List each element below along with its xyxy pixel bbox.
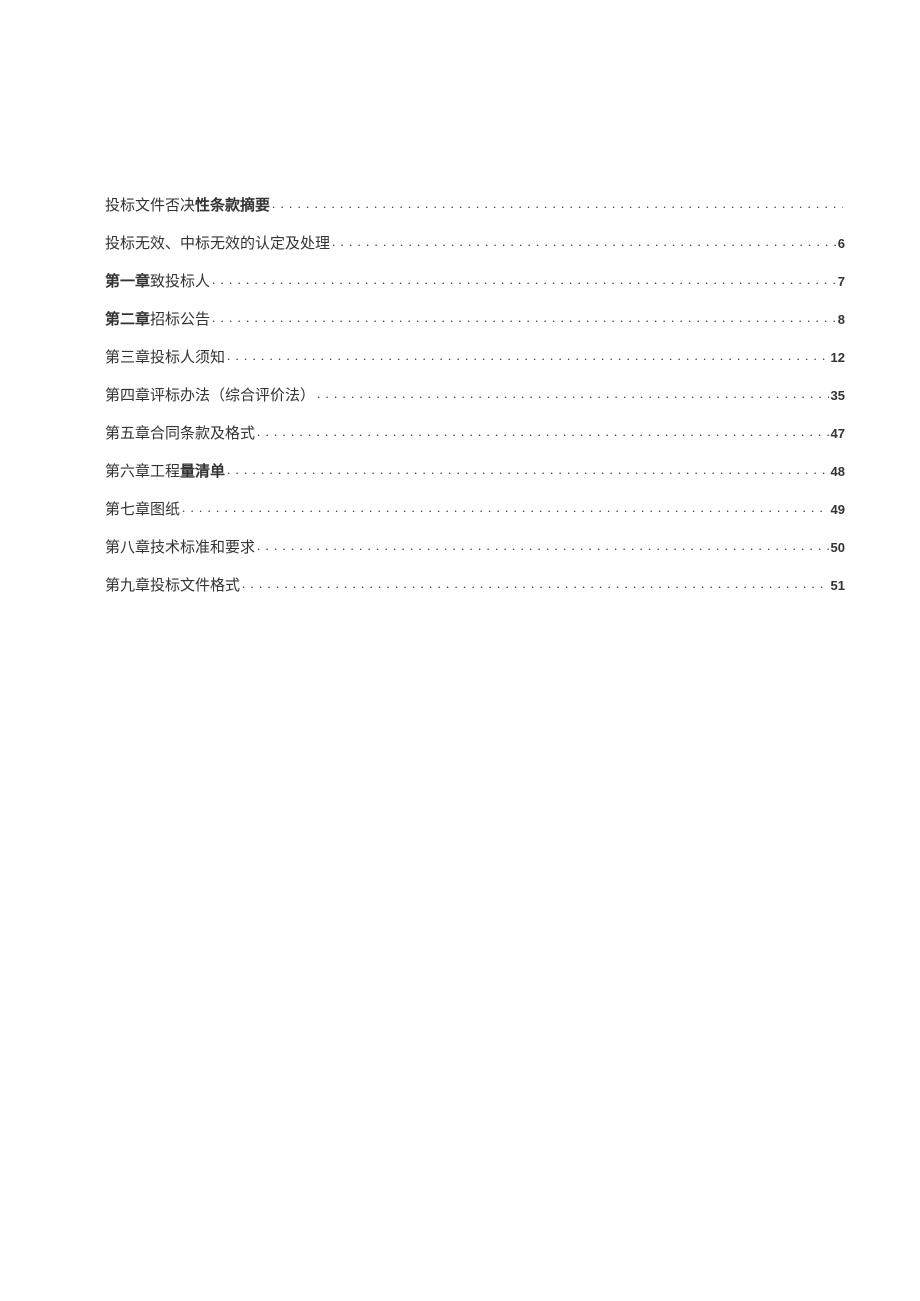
toc-entry-page: 7 [838,273,845,291]
toc-entry-page: 51 [831,577,845,595]
toc-entry-title: 第七章图纸 [105,500,180,521]
toc-leader-dots [272,195,843,210]
toc-entry: 第一章致投标人 7 [105,271,845,293]
toc-entry-title: 第八章技术标准和要求 [105,538,255,559]
toc-leader-dots [227,347,829,362]
toc-entry-page: 48 [831,463,845,481]
toc-entry-title: 第九章投标文件格式 [105,576,240,597]
toc-entry: 投标无效、中标无效的认定及处理 6 [105,233,845,255]
toc-entry-page: 6 [838,235,845,253]
toc-leader-dots [182,499,829,514]
toc-entry: 第四章评标办法（综合评价法） 35 [105,385,845,407]
toc-leader-dots [257,423,829,438]
toc-entry-page: 50 [831,539,845,557]
toc-entry: 第三章投标人须知 12 [105,347,845,369]
toc-leader-dots [212,271,836,286]
toc-entry: 第六章工程量清单 48 [105,461,845,483]
toc-entry-page: 49 [831,501,845,519]
toc-entry-title: 第五章合同条款及格式 [105,424,255,445]
toc-entry-page: 12 [831,349,845,367]
toc-entry-title: 投标文件否决性条款摘要 [105,195,270,217]
toc-entry-page: 8 [838,311,845,329]
toc-entry: 第九章投标文件格式 51 [105,575,845,597]
toc-entry-title: 第四章评标办法（综合评价法） [105,386,315,407]
toc-entry: 投标文件否决性条款摘要 [105,195,845,217]
toc-leader-dots [242,575,829,590]
toc-entry: 第八章技术标准和要求 50 [105,537,845,559]
toc-leader-dots [257,537,829,552]
toc-entry: 第二章招标公告 8 [105,309,845,331]
toc-leader-dots [317,385,829,400]
toc-entry-title: 第一章致投标人 [105,271,210,293]
toc-entry-page: 35 [831,387,845,405]
toc-leader-dots [227,461,829,476]
toc-leader-dots [332,233,836,248]
toc-entry-title: 第六章工程量清单 [105,461,225,483]
toc-entry-title: 投标无效、中标无效的认定及处理 [105,234,330,255]
toc-entry: 第七章图纸 49 [105,499,845,521]
toc-entry-title: 第三章投标人须知 [105,348,225,369]
toc-leader-dots [212,309,836,324]
toc-entry-page: 47 [831,425,845,443]
table-of-contents: 投标文件否决性条款摘要 投标无效、中标无效的认定及处理 6 第一章致投标人 7 … [105,195,845,597]
toc-entry: 第五章合同条款及格式 47 [105,423,845,445]
toc-entry-title: 第二章招标公告 [105,309,210,331]
